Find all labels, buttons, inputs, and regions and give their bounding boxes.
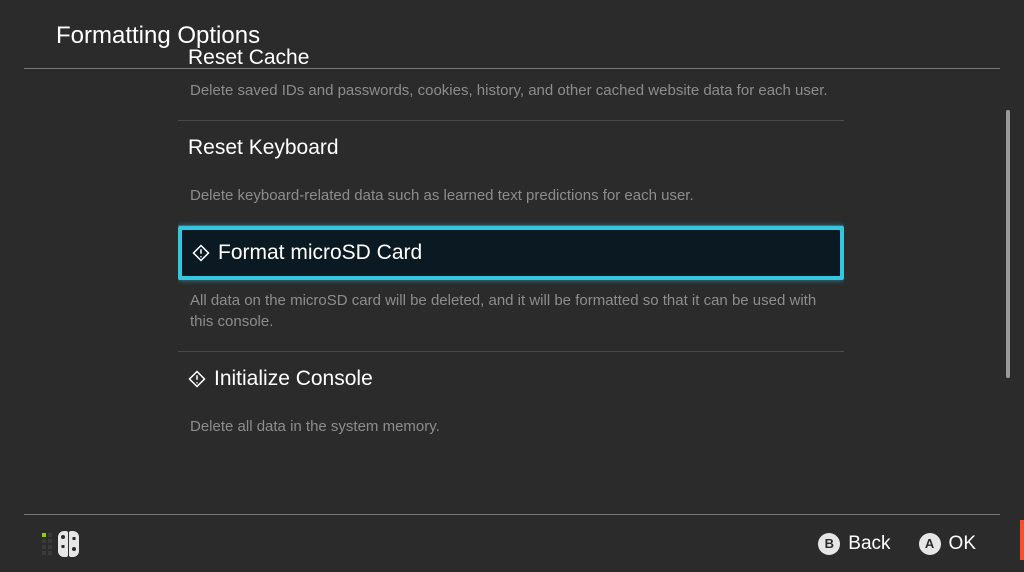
- option-description: All data on the microSD card will be del…: [178, 280, 844, 334]
- scrollbar-thumb[interactable]: [1006, 110, 1010, 378]
- options-list: Reset CacheDelete saved IDs and password…: [178, 46, 844, 502]
- joycon-icon: [58, 531, 79, 557]
- option-description: Delete all data in the system memory.: [178, 406, 844, 438]
- right-accent-bar: [1020, 520, 1024, 560]
- player-lights-icon: [42, 533, 52, 555]
- option-title: Initialize Console: [214, 367, 373, 391]
- hint-back[interactable]: B Back: [818, 533, 890, 555]
- warning-diamond-icon: [192, 244, 210, 262]
- option-description: Delete saved IDs and passwords, cookies,…: [178, 70, 844, 102]
- settings-page: Formatting Options Reset CacheDelete sav…: [0, 0, 1024, 572]
- option-row-reset-keyboard[interactable]: Reset Keyboard: [178, 121, 844, 175]
- option-initialize-console: Initialize Console Delete all data in the…: [178, 351, 844, 456]
- scrollbar[interactable]: [1006, 110, 1010, 504]
- option-description: Delete keyboard-related data such as lea…: [178, 175, 844, 207]
- option-row-reset-cache[interactable]: Reset Cache: [178, 46, 844, 70]
- option-title: Reset Keyboard: [188, 136, 339, 160]
- warning-diamond-icon: [188, 370, 206, 388]
- option-reset-cache: Reset CacheDelete saved IDs and password…: [178, 46, 844, 120]
- option-title: Reset Cache: [188, 46, 309, 70]
- button-a-icon: A: [919, 533, 941, 555]
- option-format-microsd: Format microSD Card All data on the micro…: [178, 225, 844, 352]
- footer: B Back A OK: [24, 514, 1000, 572]
- controller-status: [42, 531, 79, 557]
- hint-label: OK: [949, 533, 976, 555]
- option-row-format-microsd[interactable]: Format microSD Card: [178, 226, 844, 280]
- option-title: Format microSD Card: [218, 241, 422, 265]
- button-b-icon: B: [818, 533, 840, 555]
- button-hints: B Back A OK: [818, 533, 976, 555]
- option-row-initialize-console[interactable]: Initialize Console: [178, 352, 844, 406]
- hint-ok[interactable]: A OK: [919, 533, 976, 555]
- option-reset-keyboard: Reset Keyboard Delete keyboard-related da…: [178, 120, 844, 225]
- hint-label: Back: [848, 533, 890, 555]
